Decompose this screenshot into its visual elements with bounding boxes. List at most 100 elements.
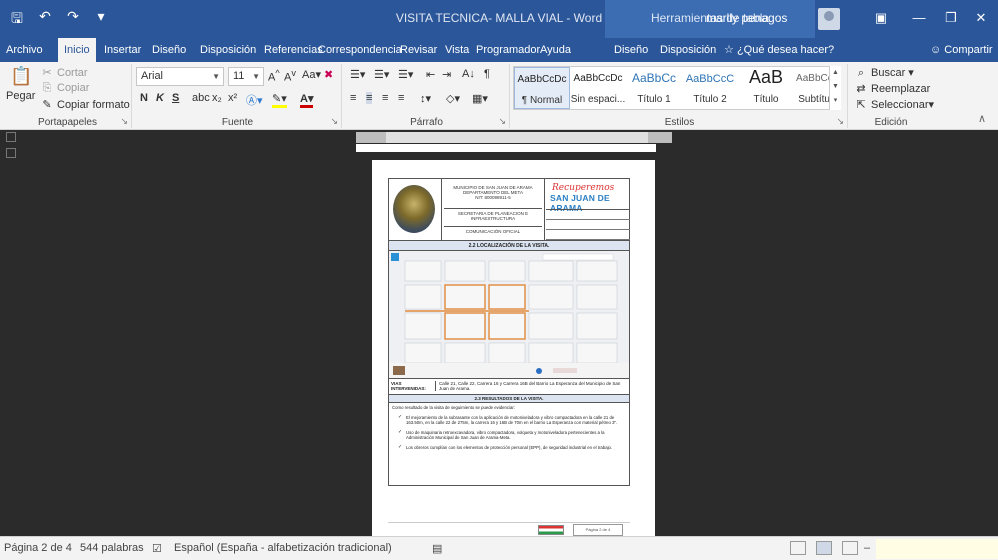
macro-recorder-icon[interactable]: ▤ [432, 542, 442, 555]
cut-button[interactable]: ✂ Cortar [40, 66, 87, 79]
clear-format-icon[interactable]: ✖ [324, 68, 333, 81]
strikethrough-icon[interactable]: abc [192, 92, 210, 104]
user-name[interactable]: marlly penagos [706, 11, 787, 25]
horizontal-ruler[interactable] [356, 132, 672, 143]
font-launcher-icon[interactable]: ↘ [330, 116, 338, 127]
text-effects-icon[interactable]: Ⓐ▾ [246, 92, 263, 108]
increase-indent-icon[interactable]: ⇥ [442, 68, 451, 81]
style-sample: AaBbCc [631, 71, 677, 85]
save-icon[interactable]: 🖫 [8, 8, 26, 32]
zoom-out-icon[interactable]: – [864, 542, 870, 554]
customize-icon[interactable]: ▾ [92, 8, 110, 32]
word-count[interactable]: 544 palabras [80, 542, 144, 554]
page-count[interactable]: Página 2 de 4 [4, 542, 72, 554]
align-right-icon[interactable]: ≡ [382, 92, 388, 104]
font-size-combo[interactable]: 11 ▼ [228, 67, 264, 86]
bold-button[interactable]: N [140, 92, 148, 104]
sort-icon[interactable]: A↓ [462, 68, 475, 80]
font-color-icon[interactable]: A▾ [300, 92, 314, 108]
ribbon-display-icon[interactable]: ▣ [866, 6, 896, 30]
multilevel-list-icon[interactable]: ☰▾ [398, 68, 413, 81]
align-left-icon[interactable]: ≡ [350, 92, 356, 104]
style-sample: AaBbCcC [685, 73, 735, 85]
quick-access-toolbar: 🖫 ↶ ↷ ▾ [8, 8, 110, 32]
language-indicator[interactable]: Español (España - alfabetización tradici… [174, 542, 392, 554]
read-mode-icon[interactable] [790, 541, 806, 555]
bullets-icon[interactable]: ☰▾ [350, 68, 365, 81]
pilcrow-icon[interactable]: ¶ [484, 68, 490, 80]
zoom-slider[interactable] [876, 539, 998, 559]
scissors-icon: ✂ [42, 67, 52, 79]
style-no-spacing[interactable]: AaBbCcDc Sin espaci... [570, 67, 626, 109]
justify-icon[interactable]: ≡ [398, 92, 404, 104]
select-button[interactable]: ⇱ Seleccionar▾ [854, 98, 934, 111]
styles-launcher-icon[interactable]: ↘ [836, 116, 844, 127]
undo-icon[interactable]: ↶ [36, 8, 54, 32]
styles-scroll[interactable]: ▲ ▼ ▾ [829, 66, 841, 110]
align-center-icon[interactable]: ≡ [366, 92, 373, 104]
collapse-ribbon-icon[interactable]: ∧ [978, 112, 986, 125]
decrease-indent-icon[interactable]: ⇤ [426, 68, 435, 81]
style-heading-2[interactable]: AaBbCcC Título 2 [682, 67, 738, 109]
paste-icon[interactable]: 📋 [10, 66, 32, 87]
web-layout-icon[interactable] [842, 541, 858, 555]
paragraph-launcher-icon[interactable]: ↘ [498, 116, 506, 127]
list-item: Los obreros cumplían con los elementos d… [392, 445, 626, 451]
style-name: Título [753, 94, 779, 105]
paste-button[interactable]: Pegar [6, 90, 35, 102]
tab-ayuda[interactable]: Ayuda [534, 38, 577, 62]
person-icon: ☺ [930, 44, 942, 56]
change-case-icon[interactable]: Aa▾ [302, 68, 321, 81]
document-page[interactable]: MUNICIPIO DE SAN JUAN DE ARAMA DEPARTAME… [372, 160, 655, 540]
tab-inicio[interactable]: Inicio [58, 38, 96, 62]
code-row [546, 210, 630, 220]
search-icon: ⌕ [857, 67, 865, 79]
font-name-combo[interactable]: Arial ▼ [136, 67, 224, 86]
document-table[interactable]: MUNICIPIO DE SAN JUAN DE ARAMA DEPARTAME… [388, 178, 630, 486]
minimize-icon[interactable]: — [904, 6, 934, 30]
tell-me-search[interactable]: ☆ ¿Qué desea hacer? [724, 38, 834, 62]
highlight-icon[interactable]: ✎▾ [272, 92, 287, 108]
nit-text: NIT: 800098911-5 [475, 195, 511, 200]
tab-archivo[interactable]: Archivo [0, 38, 49, 62]
numbering-icon[interactable]: ☰▾ [374, 68, 389, 81]
grow-font-icon[interactable]: A^ [268, 68, 280, 84]
lightbulb-icon: ☆ [724, 44, 734, 56]
print-layout-icon[interactable] [816, 541, 832, 555]
close-icon[interactable]: ✕ [966, 6, 996, 30]
copy-button[interactable]: ⎘ Copiar [40, 82, 90, 95]
tab-selector-icon[interactable] [6, 132, 16, 142]
italic-button[interactable]: K [156, 92, 164, 104]
avatar[interactable] [818, 8, 840, 30]
style-title[interactable]: AaB Título [738, 67, 794, 109]
status-bar: Página 2 de 4 544 palabras ☑ Español (Es… [0, 536, 998, 560]
shrink-font-icon[interactable]: Av [284, 68, 296, 84]
underline-button[interactable]: S [172, 92, 179, 104]
line-spacing-icon[interactable]: ↕▾ [420, 92, 431, 105]
style-heading-1[interactable]: AaBbCc Título 1 [626, 67, 682, 109]
tab-revisar[interactable]: Revisar [394, 38, 443, 62]
tell-me-label: ¿Qué desea hacer? [736, 44, 835, 56]
tab-diseno[interactable]: Diseño [146, 38, 192, 62]
style-normal[interactable]: AaBbCcDc ¶ Normal [514, 67, 570, 109]
find-button[interactable]: ⌕ Buscar ▾ [854, 66, 914, 80]
tab-table-design[interactable]: Diseño [608, 38, 654, 62]
ribbon-home: 📋 Pegar ✂ Cortar ⎘ Copiar ✎ Copiar formato … [0, 62, 998, 130]
group-label-font: Fuente [221, 117, 254, 128]
redo-icon[interactable]: ↷ [64, 8, 82, 32]
proofing-icon[interactable]: ☑ [152, 542, 162, 555]
shading-icon[interactable]: ◇▾ [446, 92, 460, 105]
superscript-icon[interactable]: x² [228, 92, 237, 104]
copy-icon: ⎘ [42, 82, 52, 94]
clipboard-launcher-icon[interactable]: ↘ [120, 116, 128, 127]
borders-icon[interactable]: ▦▾ [472, 92, 488, 105]
tab-disposicion[interactable]: Disposición [194, 38, 262, 62]
replace-button[interactable]: ⇄ Reemplazar [854, 82, 930, 95]
subscript-icon[interactable]: x₂ [212, 92, 222, 104]
tab-insertar[interactable]: Insertar [98, 38, 147, 62]
format-painter-button[interactable]: ✎ Copiar formato [40, 98, 129, 111]
restore-icon[interactable]: ❐ [936, 6, 966, 30]
word-window: 🖫 ↶ ↷ ▾ VISITA TECNICA- MALLA VIAL - Wor… [0, 0, 998, 560]
tab-table-layout[interactable]: Disposición [654, 38, 722, 62]
share-button[interactable]: ☺ Compartir [930, 38, 993, 62]
